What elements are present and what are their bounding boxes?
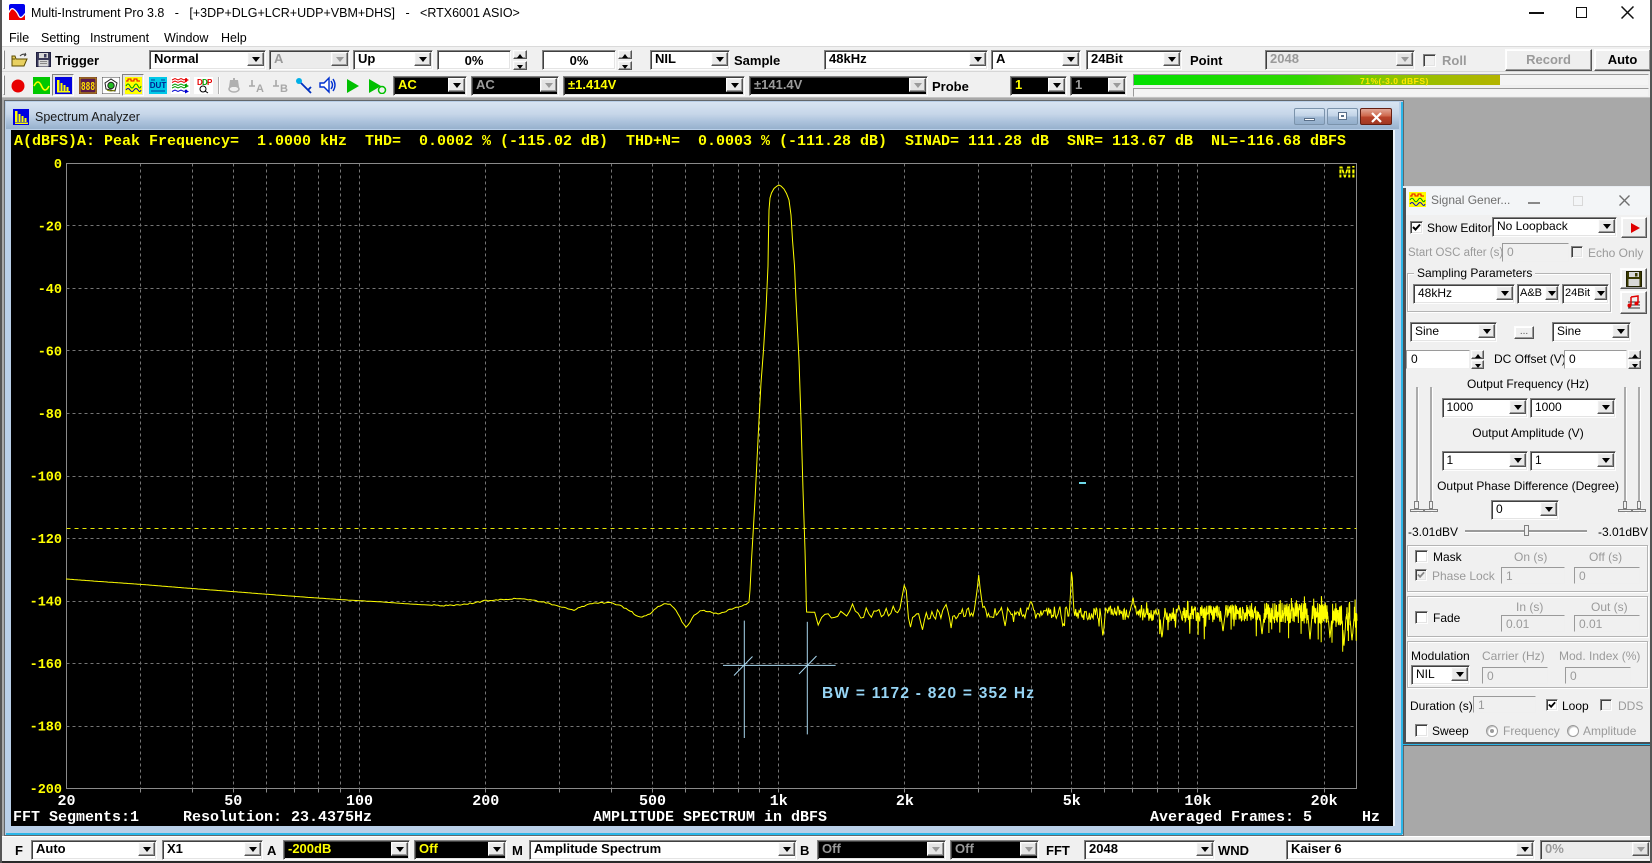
svg-text:DUT: DUT — [150, 81, 167, 90]
svg-text:AMPLITUDE SPECTRUM in dBFS: AMPLITUDE SPECTRUM in dBFS — [593, 809, 827, 826]
svg-text:100: 100 — [346, 793, 373, 810]
svg-text:P: P — [207, 78, 213, 87]
svg-text:-120: -120 — [30, 533, 62, 548]
svg-text:FFT Segments:1: FFT Segments:1 — [13, 809, 139, 826]
svg-text:-40: -40 — [38, 283, 62, 298]
svg-text:Resolution: 23.4375Hz: Resolution: 23.4375Hz — [183, 809, 372, 826]
svg-text:B: B — [280, 83, 288, 94]
svg-text:5k: 5k — [1063, 793, 1081, 810]
svg-text:-160: -160 — [30, 658, 62, 673]
svg-text:-100: -100 — [30, 471, 62, 486]
svg-text:-180: -180 — [30, 721, 62, 736]
svg-text:50: 50 — [224, 793, 242, 810]
svg-text:200: 200 — [472, 793, 499, 810]
svg-text:1k: 1k — [770, 793, 788, 810]
svg-text:Mi: Mi — [1338, 165, 1355, 182]
svg-text:-20: -20 — [38, 220, 62, 235]
svg-text:-60: -60 — [38, 346, 62, 361]
svg-text:888: 888 — [81, 80, 95, 94]
svg-text:-140: -140 — [30, 596, 62, 611]
svg-text:500: 500 — [639, 793, 666, 810]
svg-text:A: A — [256, 83, 264, 94]
svg-text:BW = 1172 - 820 = 352 Hz: BW = 1172 - 820 = 352 Hz — [822, 685, 1034, 702]
svg-text:Hz: Hz — [1362, 809, 1380, 826]
svg-text:10k: 10k — [1184, 793, 1211, 810]
svg-text:A(dBFS)A: Peak Frequency= 1.0: A(dBFS)A: Peak Frequency= 1.0000 kHz THD… — [14, 133, 1346, 150]
svg-text:20k: 20k — [1311, 793, 1338, 810]
svg-text:2k: 2k — [896, 793, 914, 810]
svg-text:-80: -80 — [38, 408, 62, 423]
svg-text:Averaged Frames: 5: Averaged Frames: 5 — [1150, 809, 1312, 826]
svg-text:20: 20 — [57, 793, 75, 810]
svg-text:0: 0 — [54, 158, 62, 173]
